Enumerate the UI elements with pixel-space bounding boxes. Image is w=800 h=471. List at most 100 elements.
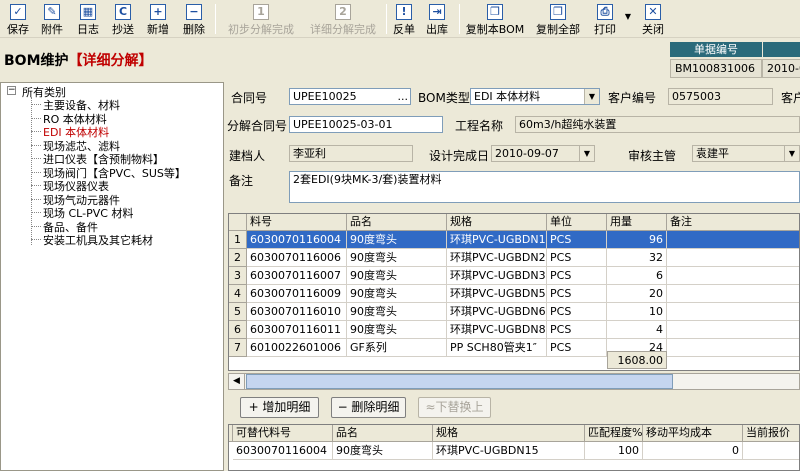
table-cell[interactable]: 90度弯头 (347, 321, 447, 339)
column-header[interactable]: 匹配程度% (585, 425, 643, 442)
table-cell[interactable]: 90度弯头 (347, 231, 447, 249)
table-cell[interactable]: 6030070116010 (247, 303, 347, 321)
table-cell[interactable]: PCS (547, 303, 607, 321)
tree-item[interactable]: 安装工机具及其它耗材 (43, 232, 153, 248)
attach-button[interactable]: ✎ 附件 (37, 2, 67, 36)
copy-send-button[interactable]: C 抄送 (108, 2, 138, 36)
table-cell[interactable]: 环琪PVC-UGBDN25 (447, 249, 547, 267)
table-cell[interactable]: 环琪PVC-UGBDN50 (447, 285, 547, 303)
table-cell[interactable]: 20 (607, 285, 667, 303)
print-button[interactable]: ⎙ 打印 (590, 2, 620, 36)
table-cell[interactable]: PCS (547, 267, 607, 285)
table-cell[interactable]: 6 (607, 267, 667, 285)
column-header[interactable]: 单位 (547, 214, 607, 231)
table-cell[interactable]: PCS (547, 249, 607, 267)
table-cell[interactable] (743, 442, 799, 460)
save-button[interactable]: ✓ 保存 (3, 2, 33, 36)
add-detail-button[interactable]: + 增加明细 (240, 397, 319, 418)
category-tree[interactable]: − 所有类别 主要设备、材料 RO 本体材料 EDI 本体材料 现场滤芯、滤料 进口仪表… (0, 82, 224, 471)
table-cell[interactable]: PCS (547, 285, 607, 303)
table-cell[interactable]: 6030070116007 (247, 267, 347, 285)
delete-button[interactable]: − 删除 (179, 2, 209, 36)
tree-collapse-toggle[interactable]: − (7, 86, 16, 95)
detail-horizontal-scrollbar[interactable]: ◀ (228, 373, 800, 390)
close-button[interactable]: ✕ 关闭 (638, 2, 668, 36)
table-cell[interactable] (667, 249, 799, 267)
table-cell[interactable]: 90度弯头 (347, 267, 447, 285)
table-cell[interactable] (667, 231, 799, 249)
creator-field[interactable]: 李亚利 (289, 145, 413, 162)
table-cell[interactable]: 90度弯头 (347, 285, 447, 303)
table-cell[interactable]: 环琪PVC-UGBDN80 (447, 321, 547, 339)
print-dropdown[interactable]: ▼ (622, 2, 634, 36)
toolbar-separator (459, 4, 460, 34)
column-header[interactable]: 品名 (347, 214, 447, 231)
replace-down-up-button[interactable]: ≈下替换上 (418, 397, 491, 418)
initial-decompose-done-button[interactable]: 1 初步分解完成 (222, 2, 300, 36)
column-header[interactable]: 料号 (247, 214, 347, 231)
table-cell[interactable]: 90度弯头 (347, 249, 447, 267)
log-button[interactable]: ▦ 日志 (73, 2, 103, 36)
table-cell[interactable]: PCS (547, 231, 607, 249)
table-cell[interactable]: 0 (643, 442, 743, 460)
page-title: BOM维护【详细分解】 (4, 53, 153, 69)
column-header[interactable]: 品名 (333, 425, 433, 442)
reject-button[interactable]: ! 反单 (390, 2, 418, 36)
scroll-left-icon[interactable]: ◀ (229, 374, 245, 389)
chevron-down-icon: ▼ (584, 89, 599, 104)
bom-detail-grid[interactable]: 料号 品名 规格 单位 用量 备注 1 6030070116004 90度弯头 环琪P… (228, 213, 800, 371)
contract-no-field[interactable]: UPEE10025... (289, 88, 411, 105)
table-cell[interactable] (667, 339, 799, 357)
column-header[interactable]: 可替代料号 (233, 425, 333, 442)
substitute-grid[interactable]: 可替代料号 品名 规格 匹配程度% 移动平均成本 当前报价 6030070116… (228, 424, 800, 471)
column-header[interactable]: 当前报价 (743, 425, 799, 442)
table-cell[interactable]: 环琪PVC-UGBDN65 (447, 303, 547, 321)
customer-no-field[interactable]: 0575003 (668, 88, 773, 105)
table-cell[interactable]: 环琪PVC-UGBDN15 (447, 231, 547, 249)
column-header[interactable]: 移动平均成本 (643, 425, 743, 442)
detail-decompose-done-button[interactable]: 2 详细分解完成 (304, 2, 382, 36)
new-button[interactable]: + 新增 (143, 2, 173, 36)
table-cell[interactable]: 6010022601006 (247, 339, 347, 357)
table-cell[interactable] (667, 321, 799, 339)
table-cell[interactable] (667, 303, 799, 321)
table-cell[interactable]: 96 (607, 231, 667, 249)
project-field[interactable]: 60m3/h超纯水装置 (515, 116, 800, 133)
table-cell[interactable]: PP SCH80管夹1″ (447, 339, 547, 357)
table-cell[interactable]: 10 (607, 303, 667, 321)
column-header[interactable]: 备注 (667, 214, 799, 231)
table-cell[interactable]: 6030070116006 (247, 249, 347, 267)
table-cell[interactable]: 6030070116004 (233, 442, 333, 460)
table-cell[interactable]: 90度弯头 (333, 442, 433, 460)
table-cell[interactable]: PCS (547, 321, 607, 339)
remark-field[interactable]: 2套EDI(9块MK-3/套)装置材料 (289, 171, 800, 203)
scrollbar-thumb[interactable] (246, 374, 673, 389)
bom-type-select[interactable]: EDI 本体材料 ▼ (470, 88, 600, 105)
ellipsis-button[interactable]: ... (398, 89, 409, 104)
table-cell[interactable]: GF系列 (347, 339, 447, 357)
column-header[interactable]: 规格 (433, 425, 585, 442)
table-cell[interactable]: 90度弯头 (347, 303, 447, 321)
row-number: 6 (229, 321, 247, 339)
table-cell[interactable]: 4 (607, 321, 667, 339)
table-cell[interactable] (667, 285, 799, 303)
table-cell[interactable]: 环琪PVC-UGBDN15 (433, 442, 585, 460)
delete-detail-button[interactable]: − 删除明细 (331, 397, 406, 418)
table-cell[interactable]: 环琪PVC-UGBDN32 (447, 267, 547, 285)
table-cell[interactable]: 32 (607, 249, 667, 267)
column-header[interactable]: 用量 (607, 214, 667, 231)
table-cell[interactable]: PCS (547, 339, 607, 357)
design-date-field[interactable]: 2010-09-07 ▼ (491, 145, 595, 162)
outbound-button[interactable]: ⇥ 出库 (423, 2, 451, 36)
copy-bom-button[interactable]: ❐ 复制本BOM (465, 2, 525, 36)
copy-all-button[interactable]: ❐ 复制全部 (530, 2, 586, 36)
sub-contract-field[interactable]: UPEE10025-03-01 (289, 116, 443, 133)
table-cell[interactable]: 6030070116004 (247, 231, 347, 249)
column-header[interactable]: 规格 (447, 214, 547, 231)
table-cell[interactable]: 100 (585, 442, 643, 460)
supervisor-select[interactable]: 袁建平 ▼ (692, 145, 800, 162)
table-cell[interactable]: 6030070116011 (247, 321, 347, 339)
step-one-icon: 1 (253, 4, 269, 20)
table-cell[interactable]: 6030070116009 (247, 285, 347, 303)
table-cell[interactable] (667, 267, 799, 285)
